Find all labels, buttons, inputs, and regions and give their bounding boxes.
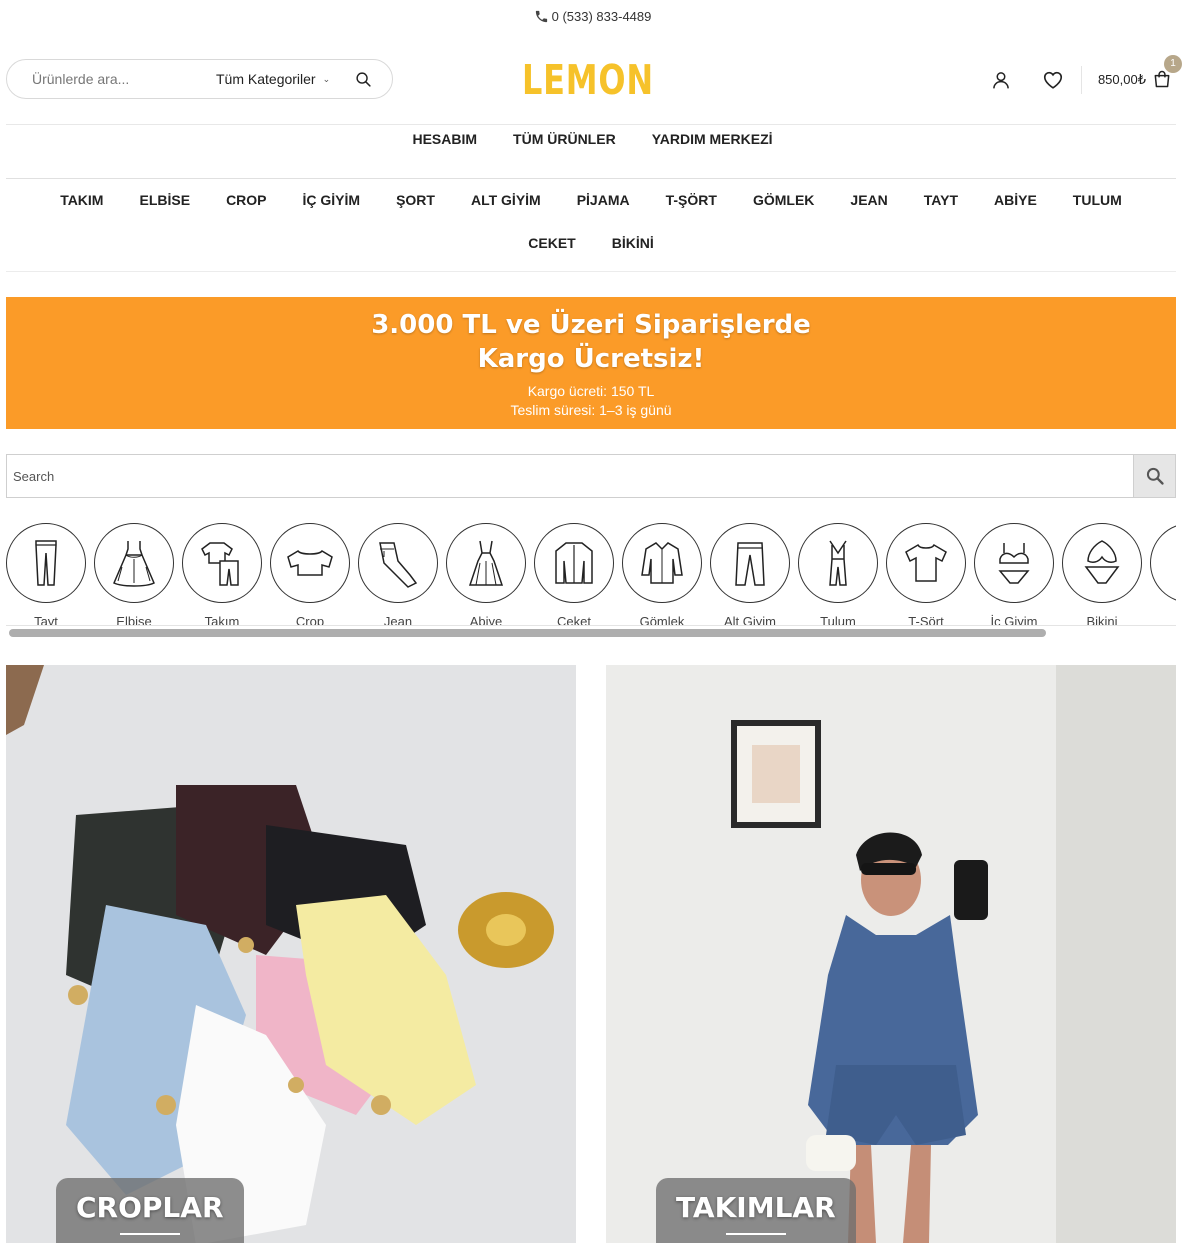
header: Ürünlerde ara... Tüm Kategoriler ⌄ LEMON … xyxy=(6,55,1182,102)
category-nav-item[interactable]: T-ŞÖRT xyxy=(648,191,735,209)
phone-number[interactable]: 0 (533) 833-4489 xyxy=(552,9,652,24)
heart-icon[interactable] xyxy=(1042,69,1064,91)
jeans-icon xyxy=(379,542,418,588)
topbar: 0 (533) 833-4489 xyxy=(0,0,1185,32)
category-tile-crop[interactable]: Crop xyxy=(270,523,350,626)
category-tile-alt-giyim[interactable]: Alt Giyim xyxy=(710,523,790,626)
category-tile-t-sort[interactable]: T-Şört xyxy=(886,523,966,626)
search-icon xyxy=(1146,467,1164,485)
jacket-icon xyxy=(555,542,593,584)
bikini-icon xyxy=(1084,540,1120,584)
cart-button[interactable]: 1 xyxy=(1152,55,1182,91)
category-nav-item[interactable]: PİJAMA xyxy=(559,191,648,209)
category-nav-item[interactable]: CEKET xyxy=(510,234,593,252)
phone-icon xyxy=(535,10,547,22)
top-menu: HESABIM TÜM ÜRÜNLER YARDIM MERKEZİ xyxy=(0,131,1185,153)
leggings-icon xyxy=(35,540,57,586)
category-tile-bikini[interactable]: Bikini xyxy=(1062,523,1142,626)
search-icon[interactable] xyxy=(355,71,372,88)
account-icon[interactable] xyxy=(990,69,1012,91)
category-carousel: Tayt Elbise Takım Crop Jean Abiye Ceket xyxy=(6,523,1176,626)
card-title[interactable]: CROPLAR xyxy=(56,1178,244,1243)
card-title-underline xyxy=(119,1233,180,1235)
divider xyxy=(6,124,1176,125)
banner-delivery-time: Teslim süresi: 1–3 iş günü xyxy=(510,402,672,418)
dress-icon xyxy=(113,541,155,587)
menu-item-all-products[interactable]: TÜM ÜRÜNLER xyxy=(513,131,616,153)
divider xyxy=(6,178,1176,179)
category-nav-item[interactable]: ALT GİYİM xyxy=(453,191,559,209)
category-nav: TAKIM ELBİSE CROP İÇ GİYİM ŞORT ALT GİYİ… xyxy=(6,191,1176,252)
card-title[interactable]: TAKIMLAR xyxy=(656,1178,856,1243)
category-nav-item[interactable]: CROP xyxy=(208,191,284,209)
category-nav-item[interactable]: BİKİNİ xyxy=(594,234,672,252)
cart-total[interactable]: 850,00₺ xyxy=(1098,72,1146,88)
category-tile-takim[interactable]: Takım xyxy=(182,523,262,626)
category-nav-item[interactable]: JEAN xyxy=(832,191,905,209)
model-photo xyxy=(606,665,1176,1243)
shirt-icon xyxy=(641,542,683,584)
category-tile-tulum[interactable]: Tulum xyxy=(798,523,878,626)
promo-card-takimlar[interactable]: TAKIMLAR xyxy=(606,665,1176,1243)
logo[interactable]: LEMON xyxy=(522,58,653,102)
category-tile-tayt[interactable]: Tayt xyxy=(6,523,86,626)
search-bar: Search xyxy=(6,454,1176,498)
crop-top-icon xyxy=(287,550,333,576)
category-nav-item[interactable]: ŞORT xyxy=(378,191,453,209)
category-nav-item[interactable]: İÇ GİYİM xyxy=(285,191,379,209)
header-divider xyxy=(1080,66,1082,94)
header-search: Ürünlerde ara... Tüm Kategoriler ⌄ xyxy=(6,59,393,99)
category-nav-item[interactable]: ELBİSE xyxy=(121,191,208,209)
category-tile-swimsuit[interactable] xyxy=(1150,523,1176,626)
category-nav-item[interactable]: TAYT xyxy=(906,191,976,209)
category-tile-gomlek[interactable]: Gömlek xyxy=(622,523,702,626)
evening-dress-icon xyxy=(468,540,504,586)
carousel-scrollbar[interactable] xyxy=(9,629,1046,637)
promo-card-croplar[interactable]: CROPLAR xyxy=(6,665,576,1243)
search-input[interactable]: Ürünlerde ara... xyxy=(32,71,129,87)
banner-shipping-fee: Kargo ücreti: 150 TL xyxy=(527,383,655,399)
card-title-text: TAKIMLAR xyxy=(676,1191,836,1224)
category-tile-jean[interactable]: Jean xyxy=(358,523,438,626)
divider xyxy=(6,271,1176,272)
category-select-label: Tüm Kategoriler xyxy=(216,71,316,87)
category-tile-ic-giyim[interactable]: İç Giyim xyxy=(974,523,1054,626)
swimsuit-icon xyxy=(1164,537,1176,589)
category-tile-abiye[interactable]: Abiye xyxy=(446,523,526,626)
trousers-icon xyxy=(735,542,765,586)
jumpsuit-icon xyxy=(829,540,847,586)
banner-title-line2: Kargo Ücretsiz! xyxy=(477,344,705,374)
category-nav-item[interactable]: TULUM xyxy=(1055,191,1140,209)
category-tile-ceket[interactable]: Ceket xyxy=(534,523,614,626)
cart-count-badge: 1 xyxy=(1164,55,1182,73)
card-title-text: CROPLAR xyxy=(76,1191,224,1224)
outfit-set-icon xyxy=(201,542,239,586)
tshirt-icon xyxy=(905,543,947,582)
lingerie-icon xyxy=(998,543,1030,584)
search-button[interactable] xyxy=(1133,455,1175,497)
shipping-banner: 3.000 TL ve Üzeri Siparişlerde Kargo Ücr… xyxy=(6,297,1176,429)
category-nav-item[interactable]: ABİYE xyxy=(976,191,1055,209)
search-field[interactable]: Search xyxy=(13,469,54,484)
menu-item-help-center[interactable]: YARDIM MERKEZİ xyxy=(652,131,773,153)
category-select[interactable]: Tüm Kategoriler ⌄ xyxy=(216,71,330,87)
category-nav-item[interactable]: TAKIM xyxy=(42,191,121,209)
chevron-down-icon: ⌄ xyxy=(322,73,331,84)
header-actions: 850,00₺ 1 xyxy=(990,55,1182,102)
swimwear-photo xyxy=(6,665,576,1243)
card-title-underline xyxy=(725,1233,786,1235)
category-tile-elbise[interactable]: Elbise xyxy=(94,523,174,626)
menu-item-account[interactable]: HESABIM xyxy=(412,131,477,153)
category-nav-item[interactable]: GÖMLEK xyxy=(735,191,832,209)
banner-title-line1: 3.000 TL ve Üzeri Siparişlerde xyxy=(371,310,811,340)
divider xyxy=(6,625,1176,626)
